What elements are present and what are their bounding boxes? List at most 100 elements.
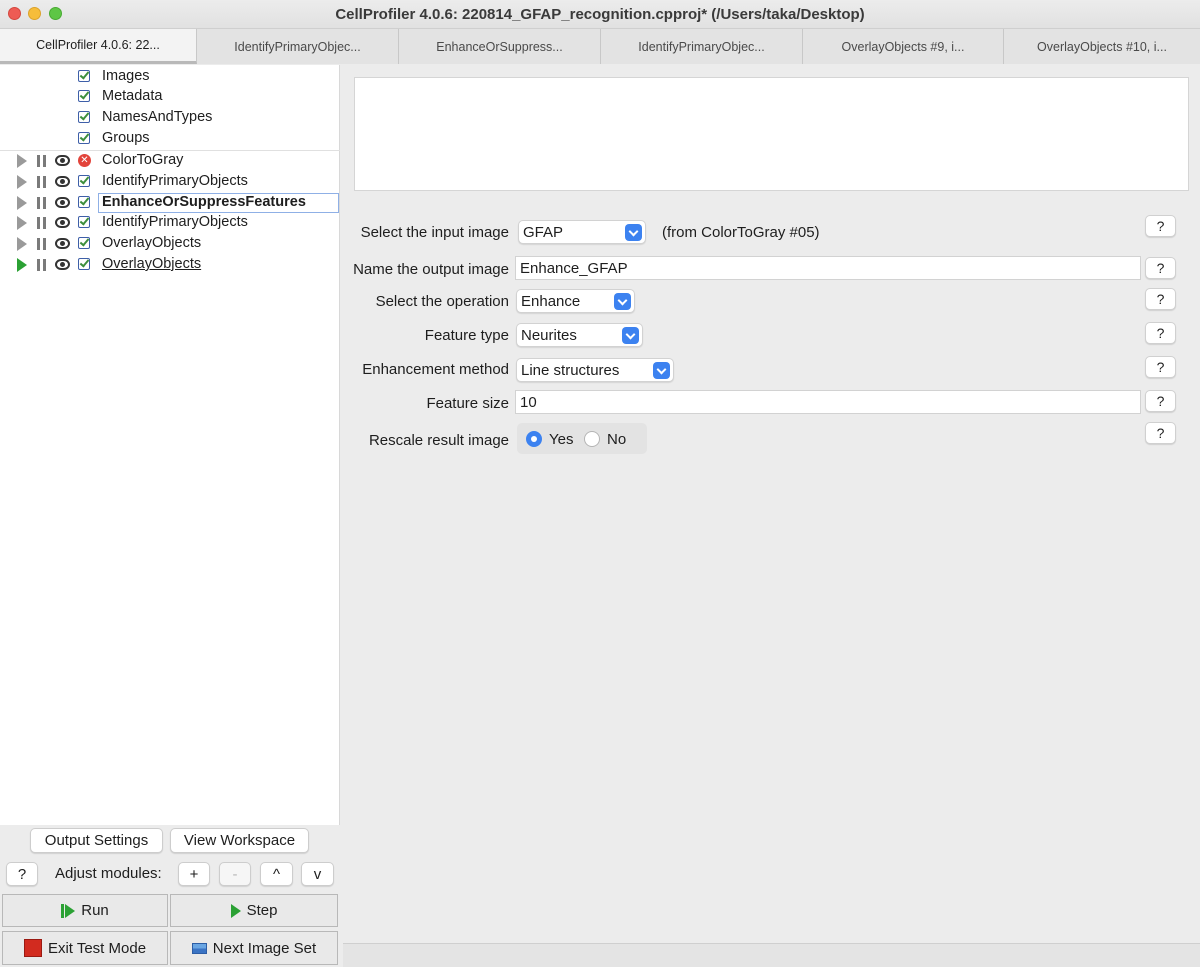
remove-module-button[interactable]: - [219, 862, 251, 886]
rescale-yes-radio[interactable] [526, 431, 542, 447]
tab-main[interactable]: CellProfiler 4.0.6: 22... [0, 29, 197, 64]
module-identifyprimaryobjects-2[interactable]: IdentifyPrimaryObjects [0, 213, 340, 233]
chevron-down-icon [653, 362, 670, 379]
run-button[interactable]: Run [2, 894, 168, 927]
eye-icon[interactable] [55, 155, 70, 166]
window-title: CellProfiler 4.0.6: 220814_GFAP_recognit… [335, 6, 865, 23]
input-module-images[interactable]: Images [0, 67, 340, 87]
move-up-button[interactable]: ^ [260, 862, 293, 886]
step-button[interactable]: Step [170, 894, 338, 927]
enabled-checkbox-icon[interactable] [78, 258, 90, 270]
run-label: Run [81, 902, 109, 919]
play-icon[interactable] [17, 237, 27, 251]
module-label: IdentifyPrimaryObjects [102, 214, 248, 230]
output-settings-button[interactable]: Output Settings [30, 828, 163, 853]
output-image-name-input[interactable]: Enhance_GFAP [515, 256, 1141, 280]
current-step-play-icon[interactable] [17, 258, 27, 272]
help-button-rescale[interactable]: ? [1145, 422, 1176, 444]
enabled-checkbox-icon[interactable] [78, 90, 90, 102]
enabled-checkbox-icon[interactable] [78, 132, 90, 144]
input-image-source-note: (from ColorToGray #05) [662, 224, 820, 241]
step-icon [230, 903, 241, 918]
module-overlayobjects-2[interactable]: OverlayObjects [0, 255, 340, 275]
module-identifyprimaryobjects-1[interactable]: IdentifyPrimaryObjects [0, 172, 340, 192]
rescale-yes-label[interactable]: Yes [549, 431, 573, 448]
tab-bar: CellProfiler 4.0.6: 22... IdentifyPrimar… [0, 29, 1200, 64]
run-icon [61, 903, 76, 918]
enabled-checkbox-icon[interactable] [78, 111, 90, 123]
operation-value: Enhance [521, 292, 581, 310]
add-module-button[interactable]: + [178, 862, 210, 886]
module-label: EnhanceOrSuppressFeatures [102, 194, 306, 210]
help-button-input-image[interactable]: ? [1145, 215, 1176, 237]
pause-icon[interactable] [37, 197, 47, 209]
module-notes-area[interactable] [354, 77, 1189, 191]
module-enhanceorsuppressfeatures[interactable]: EnhanceOrSuppressFeatures [0, 193, 340, 213]
module-label: Groups [102, 130, 150, 146]
module-label: NamesAndTypes [102, 109, 213, 125]
help-button-operation[interactable]: ? [1145, 288, 1176, 310]
rescale-radio-group: Yes No [517, 423, 647, 454]
image-icon [191, 942, 207, 954]
play-icon[interactable] [17, 154, 27, 168]
enabled-checkbox-icon[interactable] [78, 70, 90, 82]
pipeline-panel: Images Metadata NamesAndTypes Groups ✕ C… [0, 65, 340, 825]
tab-overlay-objects-9[interactable]: OverlayObjects #9, i... [803, 29, 1004, 64]
input-image-select[interactable]: GFAP [518, 220, 646, 244]
feature-type-select[interactable]: Neurites [516, 323, 643, 347]
feature-type-value: Neurites [521, 326, 577, 344]
pause-icon[interactable] [37, 155, 47, 167]
tab-identify-primary-2[interactable]: IdentifyPrimaryObjec... [601, 29, 803, 64]
move-down-button[interactable]: v [301, 862, 334, 886]
tab-overlay-objects-10[interactable]: OverlayObjects #10, i... [1004, 29, 1200, 64]
enabled-checkbox-icon[interactable] [78, 237, 90, 249]
input-image-label: Select the input image [360, 224, 509, 241]
feature-size-input[interactable]: 10 [515, 390, 1141, 414]
eye-icon[interactable] [55, 217, 70, 228]
module-overlayobjects-1[interactable]: OverlayObjects [0, 234, 340, 254]
view-workspace-button[interactable]: View Workspace [170, 828, 309, 853]
help-button-output-image[interactable]: ? [1145, 257, 1176, 279]
play-icon[interactable] [17, 175, 27, 189]
rescale-no-label[interactable]: No [607, 431, 626, 448]
tab-identify-primary-1[interactable]: IdentifyPrimaryObjec... [197, 29, 399, 64]
enabled-checkbox-icon[interactable] [78, 196, 90, 208]
help-button-feature-type[interactable]: ? [1145, 322, 1176, 344]
stop-icon [23, 939, 42, 957]
help-button-enhancement-method[interactable]: ? [1145, 356, 1176, 378]
play-icon[interactable] [17, 216, 27, 230]
tab-enhance-suppress[interactable]: EnhanceOrSuppress... [399, 29, 601, 64]
output-image-label: Name the output image [353, 261, 509, 278]
rescale-no-radio[interactable] [584, 431, 600, 447]
operation-select[interactable]: Enhance [516, 289, 635, 313]
input-module-namesandtypes[interactable]: NamesAndTypes [0, 108, 340, 128]
help-button-feature-size[interactable]: ? [1145, 390, 1176, 412]
chevron-down-icon [625, 224, 642, 241]
eye-icon[interactable] [55, 197, 70, 208]
exit-test-mode-label: Exit Test Mode [47, 939, 147, 957]
module-label: Images [102, 68, 150, 84]
help-button[interactable]: ? [6, 862, 38, 886]
eye-icon[interactable] [55, 259, 70, 270]
enhancement-method-value: Line structures [521, 361, 620, 379]
enhancement-method-select[interactable]: Line structures [516, 358, 674, 382]
input-module-metadata[interactable]: Metadata [0, 87, 340, 107]
exit-test-mode-button[interactable]: Exit Test Mode [2, 931, 168, 965]
eye-icon[interactable] [55, 176, 70, 187]
enhancement-method-label: Enhancement method [362, 361, 509, 378]
feature-size-label: Feature size [426, 395, 509, 412]
pause-icon[interactable] [37, 238, 47, 250]
enabled-checkbox-icon[interactable] [78, 216, 90, 228]
pause-icon[interactable] [37, 259, 47, 271]
input-module-groups[interactable]: Groups [0, 129, 340, 149]
enabled-checkbox-icon[interactable] [78, 175, 90, 187]
module-colortogray[interactable]: ✕ ColorToGray [0, 151, 340, 171]
error-icon[interactable]: ✕ [78, 154, 91, 167]
pause-icon[interactable] [37, 217, 47, 229]
module-label: IdentifyPrimaryObjects [102, 173, 248, 189]
pause-icon[interactable] [37, 176, 47, 188]
play-icon[interactable] [17, 196, 27, 210]
next-image-set-button[interactable]: Next Image Set [170, 931, 338, 965]
module-label: Metadata [102, 88, 163, 104]
eye-icon[interactable] [55, 238, 70, 249]
